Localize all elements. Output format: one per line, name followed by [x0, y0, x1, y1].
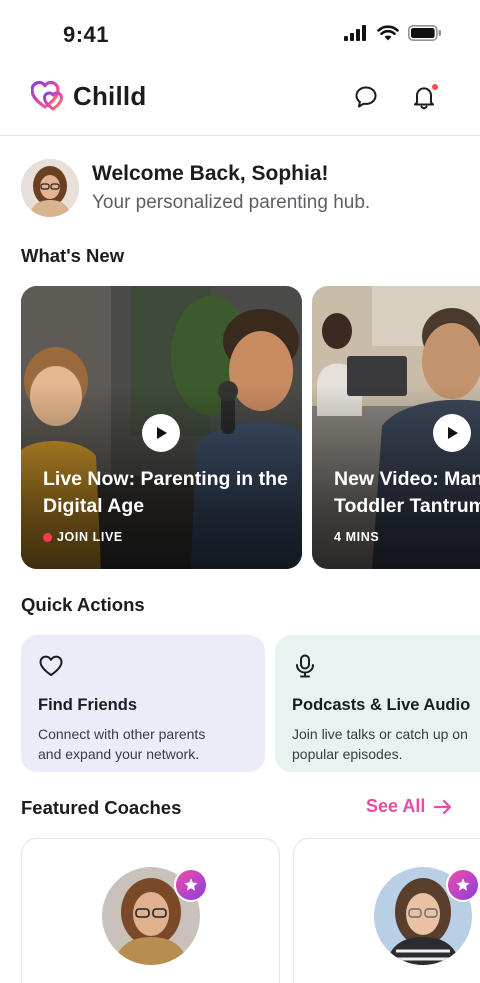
wifi-icon — [377, 25, 399, 41]
featured-star-badge — [174, 868, 208, 902]
quick-action-title: Find Friends — [38, 696, 137, 714]
video-duration: 4 MINS — [334, 530, 380, 544]
star-icon — [456, 878, 470, 891]
cellular-signal-icon — [344, 25, 366, 41]
quick-action-desc: Join live talks or catch up on popular e… — [292, 726, 468, 762]
live-indicator — [43, 532, 52, 542]
app-screen: 9:41 Chilld Welcome Back, Sophia! Your p… — [0, 0, 480, 983]
featured-star-badge — [446, 868, 480, 902]
quick-action-desc: Connect with other parents and expand yo… — [38, 726, 206, 762]
see-all-label: See All — [366, 796, 426, 816]
user-photo — [21, 159, 79, 217]
quick-actions-carousel[interactable]: Find Friends Connect with other parents … — [21, 635, 480, 773]
welcome-banner: Welcome Back, Sophia! Your personalized … — [21, 159, 370, 217]
quick-action-find-friends[interactable]: Find Friends Connect with other parents … — [21, 635, 265, 772]
see-all-link[interactable]: See All — [366, 796, 453, 817]
app-name: Chilld — [73, 80, 147, 111]
featured-coaches-heading: Featured Coaches — [21, 797, 182, 818]
star-icon — [184, 878, 198, 891]
coach-card[interactable] — [293, 838, 480, 983]
play-button[interactable] — [142, 414, 180, 452]
join-live-link[interactable]: JOIN LIVE — [43, 530, 123, 544]
coach-card[interactable] — [21, 838, 280, 983]
play-icon — [157, 427, 167, 439]
hearts-logo-icon — [31, 80, 63, 111]
user-avatar[interactable] — [21, 159, 79, 217]
app-logo[interactable]: Chilld — [31, 80, 146, 112]
quick-action-podcasts[interactable]: Podcasts & Live Audio Join live talks or… — [275, 635, 480, 772]
media-card-title: Live Now: Parenting in the Digital Age — [43, 468, 288, 517]
media-card-title: New Video: Managing Toddler Tantrums — [334, 468, 480, 517]
status-bar: 9:41 — [0, 0, 480, 66]
microphone-icon — [296, 654, 314, 678]
media-card-live[interactable]: Live Now: Parenting in the Digital Age J… — [21, 286, 302, 569]
coaches-carousel[interactable] — [21, 838, 480, 983]
app-header: Chilld — [0, 66, 480, 136]
heart-icon — [39, 655, 63, 676]
welcome-subtitle: Your personalized parenting hub. — [92, 192, 371, 213]
quick-actions-heading: Quick Actions — [21, 594, 145, 615]
quick-action-title: Podcasts & Live Audio — [292, 696, 471, 714]
battery-icon — [408, 25, 441, 41]
status-time: 9:41 — [63, 22, 110, 47]
status-icons — [344, 25, 442, 41]
chat-bubble-icon — [355, 86, 377, 108]
notifications-button[interactable] — [409, 82, 439, 112]
arrow-right-icon — [434, 799, 452, 814]
whats-new-heading: What's New — [21, 245, 125, 266]
welcome-title: Welcome Back, Sophia! — [92, 162, 329, 185]
messages-button[interactable] — [351, 82, 381, 112]
notification-dot — [432, 84, 438, 90]
whats-new-carousel[interactable]: Live Now: Parenting in the Digital Age J… — [21, 286, 480, 569]
media-card-video[interactable]: New Video: Managing Toddler Tantrums 4 M… — [312, 286, 480, 569]
play-icon — [448, 427, 458, 439]
play-button[interactable] — [433, 414, 471, 452]
